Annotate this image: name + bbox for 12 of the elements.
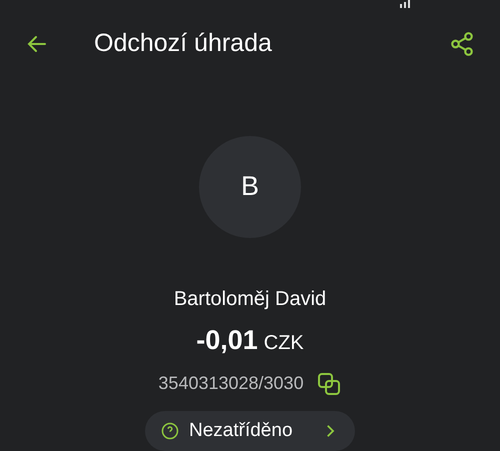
copy-icon xyxy=(316,372,341,396)
copy-button[interactable] xyxy=(316,370,342,396)
category-chip[interactable]: Nezatříděno xyxy=(145,411,355,451)
share-button[interactable] xyxy=(448,30,476,58)
currency: CZK xyxy=(264,330,304,356)
amount: -0,01 xyxy=(196,324,258,356)
help-icon xyxy=(161,422,179,440)
payee-name: Bartoloměj David xyxy=(174,286,326,312)
avatar: B xyxy=(199,136,301,238)
account-number: 3540313028/3030 xyxy=(158,372,304,395)
screen-title: Odchozí úhrada xyxy=(94,28,272,59)
share-icon xyxy=(449,30,475,57)
